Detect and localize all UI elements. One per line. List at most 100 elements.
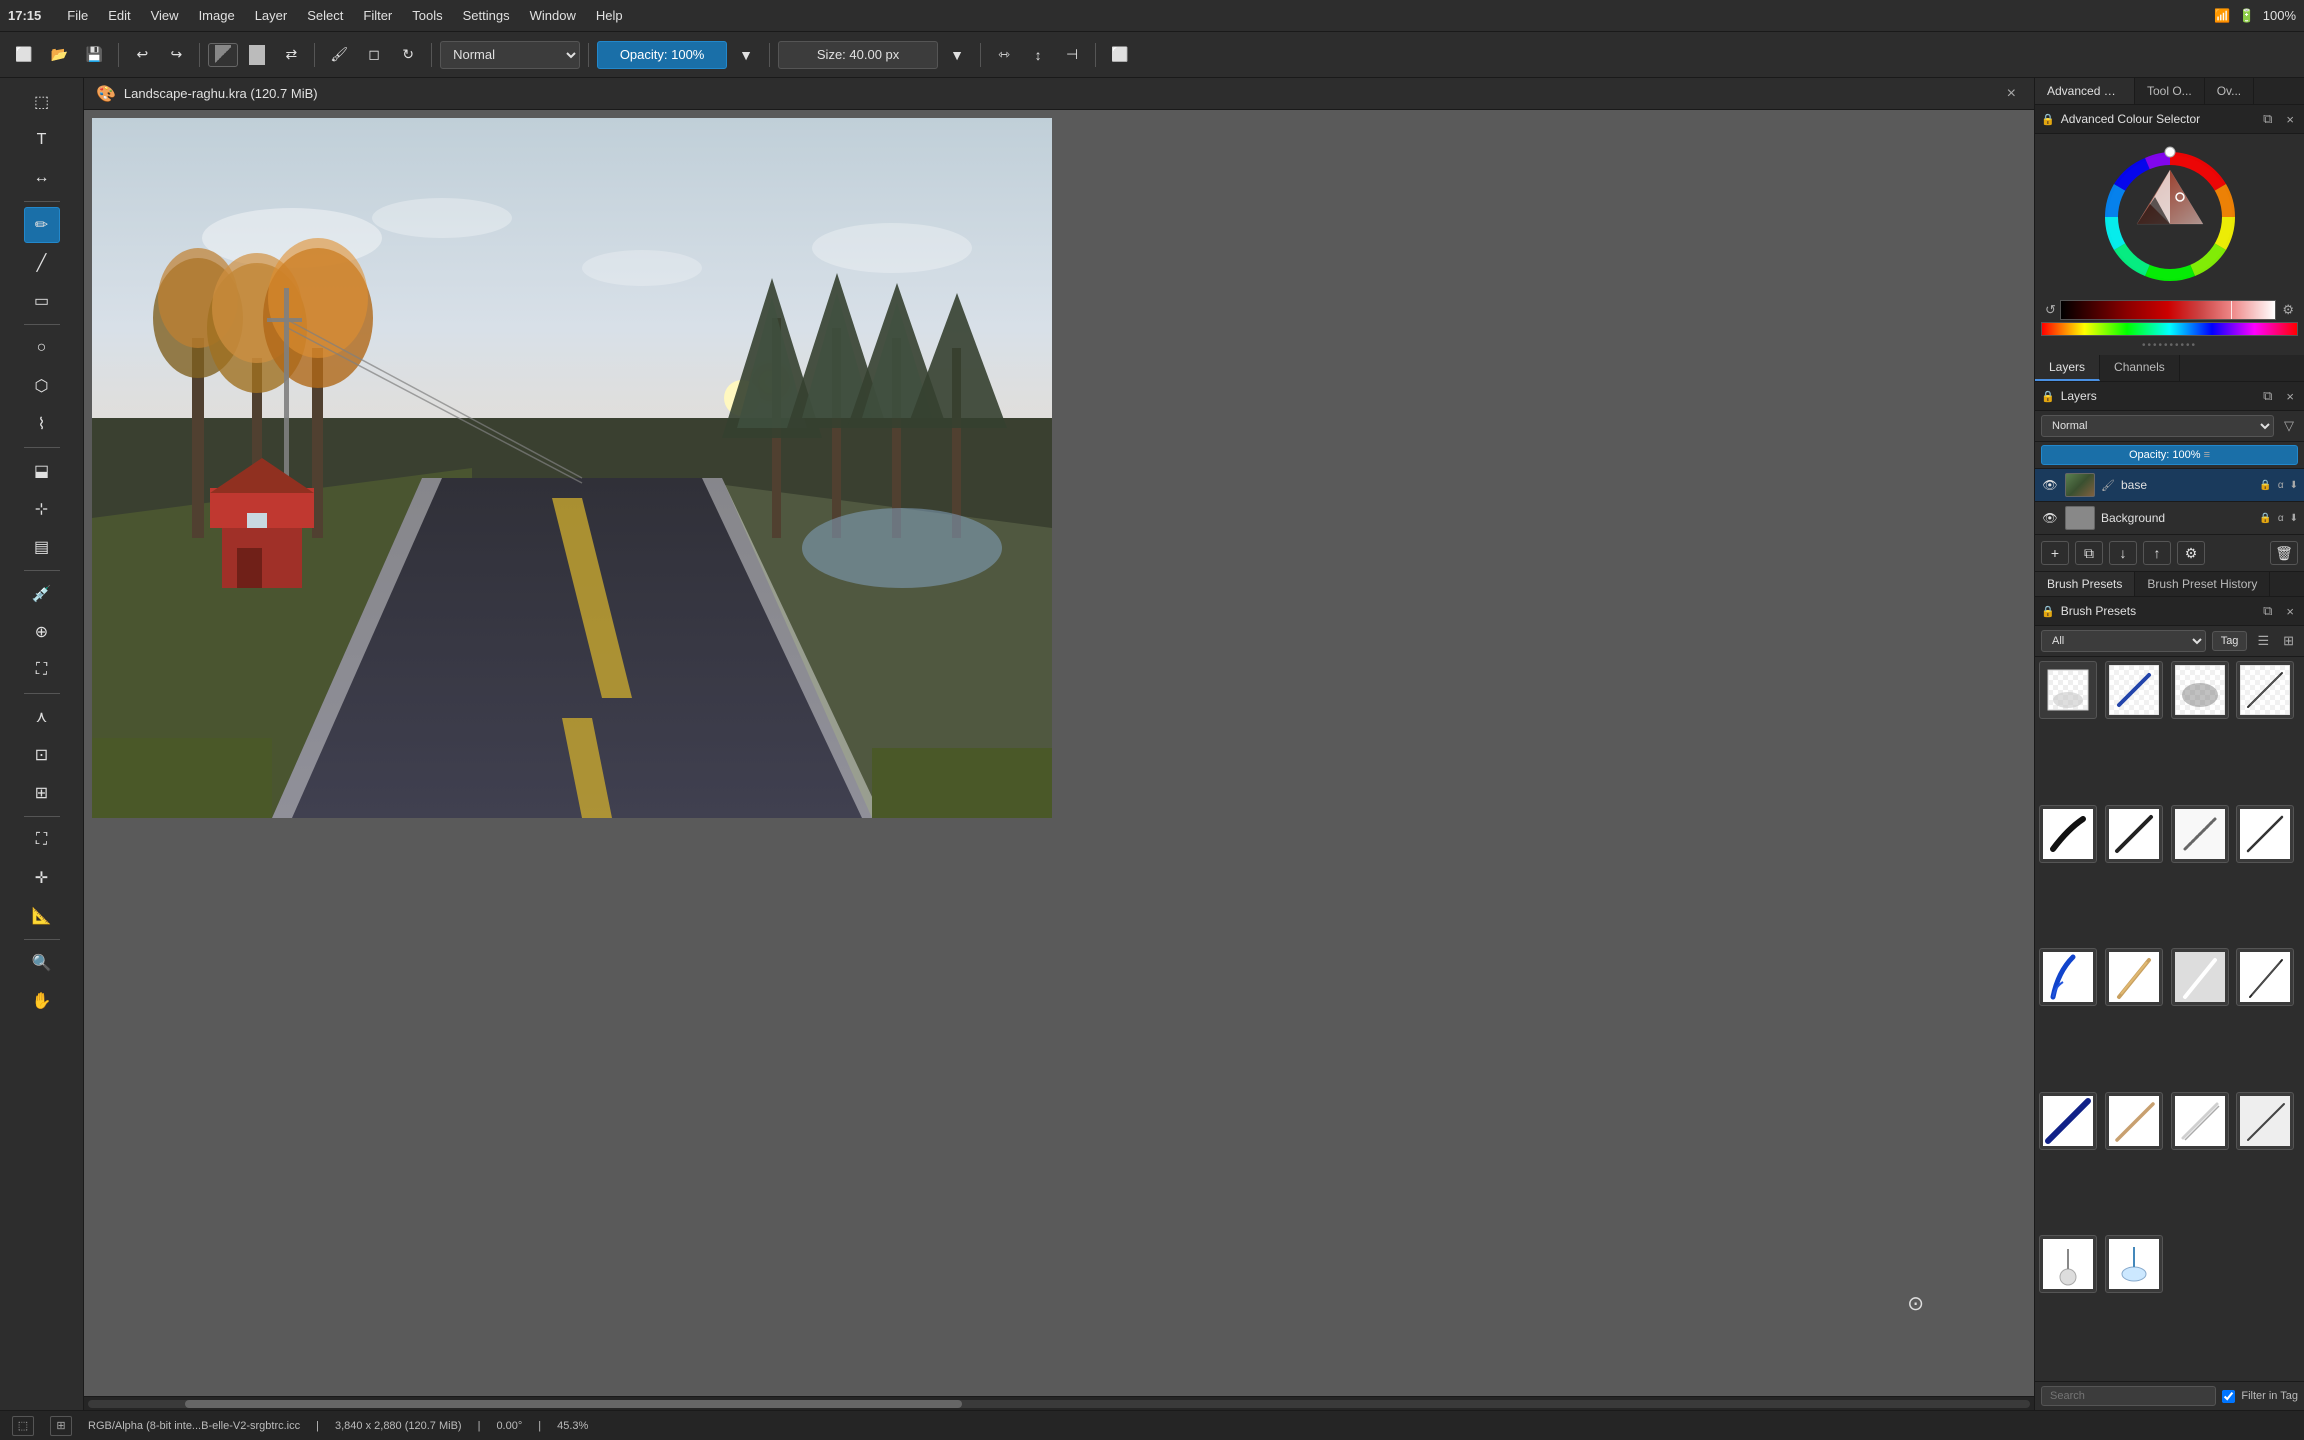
menu-tools[interactable]: Tools [402,4,452,27]
brush-list-view-button[interactable]: ☰ [2253,631,2273,651]
brush-category-select[interactable]: All Ink Paint Eraser [2041,630,2206,652]
eyedropper-tool[interactable]: 💉 [24,576,60,612]
layer-name-bg[interactable]: Background [2101,511,2253,525]
ellipse-tool[interactable]: ○ [24,330,60,366]
menu-window[interactable]: Window [520,4,586,27]
zoom-tool[interactable]: 🔍 [24,945,60,981]
menu-layer[interactable]: Layer [245,4,298,27]
brush-presets-tab[interactable]: Brush Presets [2035,572,2135,596]
transform-tool[interactable]: ↔ [24,160,60,196]
new-document-button[interactable]: ⬜ [8,40,39,70]
contiguous-select-tool[interactable]: ⊡ [24,737,60,773]
menu-edit[interactable]: Edit [98,4,140,27]
h-scrollbar[interactable] [84,1396,2034,1410]
brush-item-ink-2[interactable] [2105,805,2163,863]
pan-tool[interactable]: ✋ [24,983,60,1019]
blend-mode-select[interactable]: Normal Multiply Screen Overlay [440,41,580,69]
vector-select-tool[interactable]: ⛶ [24,652,60,688]
colour-close-button[interactable]: × [2282,110,2298,129]
layer-visibility-bg[interactable]: 👁 [2041,509,2059,527]
brush-item-airbrush[interactable] [2171,661,2229,719]
brush-item-bottom-1[interactable] [2039,1092,2097,1150]
size-options-button[interactable]: ▼ [942,40,972,70]
similar-select-tool[interactable]: ⊞ [24,775,60,811]
crop-tool[interactable]: ⛶ [24,822,60,858]
canvas-options-button[interactable]: ⬚ [12,1416,34,1436]
brush-item-ink-1[interactable] [2039,805,2097,863]
brush-preset-history-tab[interactable]: Brush Preset History [2135,572,2270,596]
redo-button[interactable]: ↪ [161,40,191,70]
open-button[interactable]: 📂 [43,40,74,70]
brush-item-pen-sharp[interactable] [2236,661,2294,719]
brush-grid-view-button[interactable]: ⊞ [2279,631,2298,651]
menu-select[interactable]: Select [297,4,353,27]
colour-reset-button[interactable]: ↺ [2041,300,2060,320]
brush-item-ink-4[interactable] [2236,805,2294,863]
gradient-tool[interactable]: ▤ [24,529,60,565]
h-scrollbar-thumb[interactable] [185,1400,962,1408]
layer-row-background[interactable]: 👁 Background 🔒 α ⬇ [2035,502,2304,535]
menu-view[interactable]: View [141,4,189,27]
mirror-button[interactable]: ⊣ [1057,40,1087,70]
layer-row-base[interactable]: 👁 🖌 base 🔒 α ⬇ [2035,469,2304,502]
colour-detach-button[interactable]: ⧉ [2259,109,2276,129]
brush-item-pencil-dark[interactable] [2236,948,2294,1006]
layer-name-base[interactable]: base [2121,478,2253,492]
save-button[interactable]: 💾 [79,40,110,70]
brush-close-button[interactable]: × [2282,602,2298,621]
brush-item-bottom-2[interactable] [2105,1092,2163,1150]
polygon-tool[interactable]: ⬡ [24,368,60,404]
brush-item-pen-blue[interactable] [2105,661,2163,719]
flip-h-button[interactable]: ⇿ [989,40,1019,70]
opacity-options-button[interactable]: ▼ [731,40,761,70]
tag-button[interactable]: Tag [2212,631,2248,651]
channels-tab[interactable]: Channels [2100,355,2180,381]
swap-colors-button[interactable]: ⇄ [276,40,306,70]
merge-down-button[interactable]: ↓ [2109,541,2137,565]
add-layer-button[interactable]: + [2041,541,2069,565]
fullscreen-button[interactable]: ⬜ [1104,40,1135,70]
advanced-colour-tab[interactable]: Advanced Colour Se... [2035,78,2135,104]
brush-tool-button[interactable]: 🖌 [323,40,355,70]
layers-opacity-bar[interactable]: Opacity: 100% ≡ [2041,445,2298,465]
opacity-control[interactable]: Opacity: 100% [597,41,727,69]
eraser-tool-button[interactable]: ◻ [359,40,389,70]
filter-in-tag-checkbox[interactable] [2222,1390,2235,1403]
canvas-zoom-button[interactable]: ⊞ [50,1416,72,1436]
smart-patch-tool[interactable]: ⊹ [24,491,60,527]
brush-search-input[interactable] [2041,1386,2216,1406]
layers-blend-select[interactable]: Normal Multiply [2041,415,2274,437]
brush-item-pencil-beige[interactable] [2105,948,2163,1006]
path-tool[interactable]: ⌇ [24,406,60,442]
freeform-select-tool[interactable]: ⋏ [24,699,60,735]
brush-tool[interactable]: ✏ [24,207,60,243]
brush-item-extra-2[interactable] [2105,1235,2163,1293]
brush-item-extra-1[interactable] [2039,1235,2097,1293]
brush-item-eraser-soft[interactable] [2039,661,2097,719]
layer-visibility-base[interactable]: 👁 [2041,476,2059,494]
overview-tab[interactable]: Ov... [2205,78,2254,104]
canvas-close-button[interactable]: × [2001,83,2022,105]
colour-wheel-svg[interactable] [2095,142,2245,292]
brush-detach-button[interactable]: ⧉ [2259,601,2276,621]
layer-properties-button[interactable]: ⚙ [2177,541,2205,565]
menu-file[interactable]: File [57,4,98,27]
move-tool[interactable]: ✛ [24,860,60,896]
brush-item-pen-blue-2[interactable] [2039,948,2097,1006]
brush-item-bottom-3[interactable] [2171,1092,2229,1150]
text-tool[interactable]: T [24,122,60,158]
flip-v-button[interactable]: ↕ [1023,40,1053,70]
layers-tab[interactable]: Layers [2035,355,2100,381]
rect-shape-tool[interactable]: ▭ [24,283,60,319]
menu-settings[interactable]: Settings [453,4,520,27]
menu-filter[interactable]: Filter [353,4,402,27]
line-tool[interactable]: ╱ [24,245,60,281]
foreground-color-button[interactable] [208,43,238,67]
measure-tool[interactable]: 📐 [24,898,60,934]
layers-close-button[interactable]: × [2282,387,2298,406]
brush-item-bottom-4[interactable] [2236,1092,2294,1150]
brush-item-pencil-white[interactable] [2171,948,2229,1006]
menu-image[interactable]: Image [189,4,245,27]
layers-filter-button[interactable]: ▽ [2280,416,2298,436]
hue-slider[interactable] [2041,322,2298,336]
